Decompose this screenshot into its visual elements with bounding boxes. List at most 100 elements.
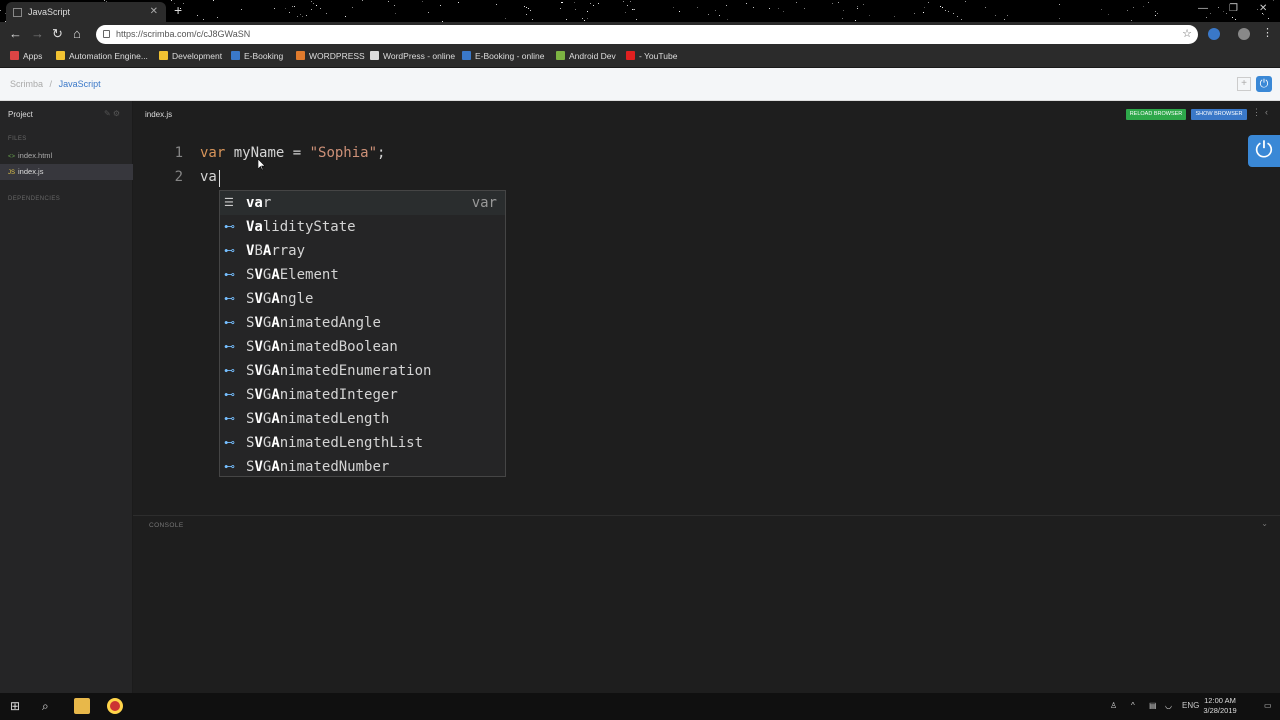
- bookmark-item[interactable]: - YouTube: [626, 51, 677, 61]
- bookmarks-bar: Apps Automation Engine... Development E-Boo…: [0, 46, 1280, 68]
- bookmark-item[interactable]: Apps: [10, 51, 42, 61]
- collapse-icon[interactable]: ‹: [1265, 107, 1268, 117]
- editor-tab-index-js[interactable]: index.js: [145, 110, 172, 119]
- chevron-up-icon[interactable]: ^: [1131, 701, 1135, 710]
- url-text: https://scrimba.com/c/cJ8GWaSN: [116, 29, 251, 39]
- breadcrumb-current[interactable]: JavaScript: [59, 79, 101, 89]
- bookmark-icon: [462, 51, 471, 60]
- extension-icon[interactable]: [1208, 28, 1220, 40]
- suggestion-item[interactable]: ⊷ SVGAElement: [220, 263, 505, 287]
- reload-browser-button[interactable]: RELOAD BROWSER: [1126, 109, 1186, 120]
- property-icon: ⊷: [224, 220, 235, 233]
- windows-start-icon[interactable]: ⊞: [10, 699, 20, 713]
- bookmark-item[interactable]: E-Booking - online: [462, 51, 544, 61]
- people-icon[interactable]: ♙: [1110, 701, 1117, 710]
- bookmark-icon: [556, 51, 565, 60]
- suggestion-item[interactable]: ⊷ SVGAngle: [220, 287, 505, 311]
- lock-icon: [103, 30, 110, 38]
- browser-tab[interactable]: JavaScript ✕: [6, 2, 166, 22]
- chevron-down-icon[interactable]: ⌄: [1261, 519, 1268, 528]
- property-icon: ⊷: [224, 316, 235, 329]
- suggestion-item[interactable]: ⊷ VBArray: [220, 239, 505, 263]
- browser-titlebar: JavaScript ✕ + — ❐ ✕: [0, 0, 1280, 22]
- search-icon[interactable]: ⌕: [42, 699, 49, 714]
- autocomplete-suggestions: ☰ var var ⊷ ValidityState ⊷ VBArray ⊷ SVGAElemen…: [219, 190, 506, 477]
- chrome-icon[interactable]: [107, 698, 123, 714]
- property-icon: ⊷: [224, 436, 235, 449]
- minimize-icon[interactable]: —: [1198, 3, 1208, 14]
- suggestion-item[interactable]: ☰ var var: [220, 191, 505, 215]
- code-line-1[interactable]: var myName = "Sophia";: [200, 145, 385, 161]
- bookmark-item[interactable]: Automation Engine...: [56, 51, 148, 61]
- property-icon: ⊷: [224, 460, 235, 473]
- bookmark-item[interactable]: Development: [159, 51, 222, 61]
- bookmark-icon: [626, 51, 635, 60]
- network-icon[interactable]: ▤: [1149, 701, 1157, 710]
- back-icon[interactable]: ←: [9, 26, 22, 41]
- code-line-2[interactable]: va: [200, 169, 217, 185]
- file-item-index-js[interactable]: JS index.js: [0, 164, 133, 180]
- scrimba-header: Scrimba / JavaScript + ⏻: [0, 68, 1280, 101]
- property-icon: ⊷: [224, 340, 235, 353]
- bookmark-item[interactable]: WordPress - online: [370, 51, 455, 61]
- sidebar-tools-icon[interactable]: ✎ ⚙: [104, 109, 120, 118]
- clock-time: 12:00 AM: [1204, 696, 1236, 705]
- bookmark-item[interactable]: WORDPRESS: [296, 51, 365, 61]
- sidebar-title: Project: [8, 110, 33, 119]
- editor-header: index.js RELOAD BROWSER SHOW BROWSER ⋮ ‹: [133, 101, 1280, 127]
- bookmark-item[interactable]: E-Booking: [231, 51, 283, 61]
- text-cursor: [219, 170, 220, 187]
- profile-avatar[interactable]: [1238, 28, 1250, 40]
- chrome-menu-icon[interactable]: ⋮: [1262, 26, 1273, 39]
- maximize-icon[interactable]: ❐: [1229, 3, 1238, 14]
- suggestion-detail: var: [471, 195, 497, 211]
- bookmark-item[interactable]: Android Dev: [556, 51, 616, 61]
- line-number: 2: [174, 169, 183, 185]
- show-browser-button[interactable]: SHOW BROWSER: [1191, 109, 1247, 120]
- file-explorer-icon[interactable]: [74, 698, 90, 714]
- reload-icon[interactable]: ↻: [52, 26, 63, 42]
- suggestion-item[interactable]: ⊷ SVGAnimatedEnumeration: [220, 359, 505, 383]
- bookmark-icon: [159, 51, 168, 60]
- notifications-icon[interactable]: ▭: [1264, 701, 1272, 710]
- mouse-pointer-icon: [258, 159, 265, 171]
- window-close-icon[interactable]: ✕: [1259, 3, 1267, 14]
- new-tab-button[interactable]: +: [174, 2, 182, 18]
- suggestion-item[interactable]: ⊷ SVGAnimatedInteger: [220, 383, 505, 407]
- suggestion-item[interactable]: ⊷ SVGAnimatedAngle: [220, 311, 505, 335]
- console-panel: CONSOLE ⌄: [133, 515, 1280, 693]
- home-icon[interactable]: ⌂: [73, 26, 81, 41]
- windows-taskbar: ⊞ ⌕ ♙ ^ ▤ ◡ ENG 12:00 AM 3/28/2019 ▭: [0, 693, 1280, 720]
- scrimba-power-icon[interactable]: ⏻: [1248, 135, 1280, 167]
- property-icon: ⊷: [224, 412, 235, 425]
- dependencies-section-label[interactable]: DEPENDENCIES: [8, 196, 60, 202]
- bookmark-icon: [231, 51, 240, 60]
- file-item-index-html[interactable]: <> index.html: [0, 148, 133, 164]
- property-icon: ⊷: [224, 244, 235, 257]
- wifi-icon[interactable]: ◡: [1165, 701, 1172, 710]
- bookmark-icon: [296, 51, 305, 60]
- address-bar[interactable]: https://scrimba.com/c/cJ8GWaSN ☆: [96, 25, 1198, 44]
- power-icon[interactable]: ⏻: [1256, 76, 1272, 92]
- suggestion-item[interactable]: ⊷ SVGAnimatedBoolean: [220, 335, 505, 359]
- bookmark-icon: [370, 51, 379, 60]
- system-clock[interactable]: 12:00 AM 3/28/2019: [1196, 696, 1244, 716]
- project-sidebar: Project ✎ ⚙ FILES <> index.html JS index.j…: [0, 101, 133, 693]
- suggestion-item[interactable]: ⊷ SVGAnimatedLengthList: [220, 431, 505, 455]
- line-number: 1: [174, 145, 183, 161]
- property-icon: ⊷: [224, 364, 235, 377]
- breadcrumb: Scrimba / JavaScript: [10, 79, 101, 89]
- tab-close-icon[interactable]: ✕: [150, 2, 158, 22]
- more-options-icon[interactable]: ⋮: [1252, 107, 1261, 118]
- js-file-icon: JS: [8, 170, 16, 176]
- property-icon: ⊷: [224, 292, 235, 305]
- breadcrumb-root[interactable]: Scrimba: [10, 79, 43, 89]
- bookmark-star-icon[interactable]: ☆: [1182, 25, 1192, 44]
- add-icon[interactable]: +: [1237, 77, 1251, 91]
- suggestion-item[interactable]: ⊷ ValidityState: [220, 215, 505, 239]
- bookmark-icon: [10, 51, 19, 60]
- forward-icon[interactable]: →: [31, 26, 44, 41]
- suggestion-item[interactable]: ⊷ SVGAnimatedLength: [220, 407, 505, 431]
- suggestion-item[interactable]: ⊷ SVGAnimatedNumber: [220, 455, 505, 479]
- tab-favicon-icon: [13, 8, 22, 17]
